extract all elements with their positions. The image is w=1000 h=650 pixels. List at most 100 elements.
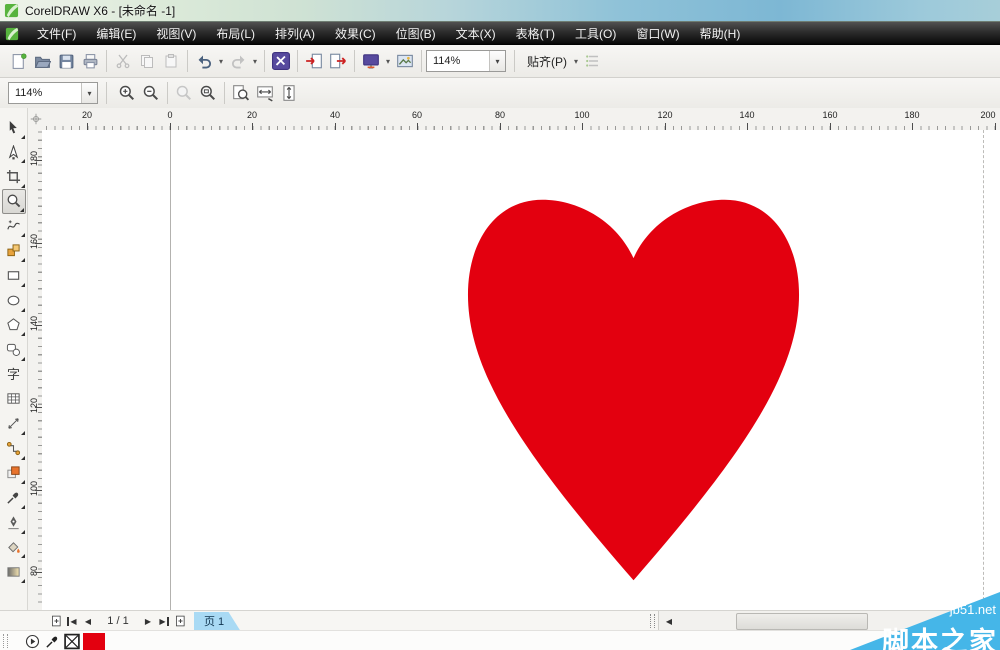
interactive-fill-tool[interactable] xyxy=(2,559,26,584)
vruler-label: 180 xyxy=(29,150,39,166)
last-page-button[interactable]: ▶ xyxy=(156,613,172,629)
ruler-origin-corner[interactable] xyxy=(28,108,44,131)
polygon-tool[interactable] xyxy=(2,313,26,338)
table-tool[interactable] xyxy=(2,387,26,412)
watermark: jb51.net 脚本之家 xyxy=(850,592,1000,650)
page-left-edge xyxy=(170,130,171,610)
new-document-button[interactable] xyxy=(6,49,30,73)
zoom-to-page-height-button[interactable] xyxy=(277,81,301,105)
paste-button[interactable] xyxy=(159,49,183,73)
menu-help[interactable]: 帮助(H) xyxy=(690,22,751,45)
undo-button[interactable] xyxy=(192,49,216,73)
paste-icon xyxy=(165,54,177,68)
hruler-label: 80 xyxy=(494,110,506,120)
snap-to-dropdown[interactable]: ▾ xyxy=(571,57,581,66)
zoom-levels-dropdown[interactable]: ▾ xyxy=(81,83,97,103)
zoom-levels-combobox[interactable]: 114% ▾ xyxy=(8,82,98,104)
pane-splitter-handle[interactable] xyxy=(650,614,655,628)
add-page-icon xyxy=(175,615,185,627)
shape-tool[interactable] xyxy=(2,140,26,165)
menu-effects[interactable]: 效果(C) xyxy=(325,22,386,45)
color-eyedropper-tool[interactable] xyxy=(2,485,26,510)
vruler-label: 80 xyxy=(29,566,39,577)
options-button[interactable] xyxy=(581,49,605,73)
application-launcher-dropdown[interactable]: ▾ xyxy=(383,57,393,66)
window-title: CorelDRAW X6 - [未命名 -1] xyxy=(25,4,176,18)
hruler-label: 60 xyxy=(411,110,423,120)
page-tab[interactable]: 页 1 xyxy=(194,612,240,631)
color-eyedropper-status-button[interactable] xyxy=(42,632,62,650)
no-outline-indicator[interactable] xyxy=(62,632,82,650)
statusbar-grip[interactable] xyxy=(3,634,8,648)
play-macro-button[interactable] xyxy=(22,632,42,650)
freehand-tool[interactable] xyxy=(2,214,26,239)
fill-color-swatch[interactable] xyxy=(82,632,106,650)
first-page-button[interactable]: ◀ xyxy=(64,613,80,629)
zoom-tool[interactable] xyxy=(1,189,26,214)
application-launcher-button[interactable] xyxy=(359,49,383,73)
menu-text[interactable]: 文本(X) xyxy=(446,22,506,45)
zoom-out-button[interactable] xyxy=(139,81,163,105)
zoom-in-button[interactable] xyxy=(115,81,139,105)
interactive-fill-tool-icon xyxy=(7,567,20,577)
zoom-to-page-button[interactable] xyxy=(229,81,253,105)
menu-edit[interactable]: 编辑(E) xyxy=(86,22,146,45)
outline-pen-tool[interactable] xyxy=(2,510,26,535)
crop-tool[interactable] xyxy=(2,164,26,189)
pick-tool[interactable] xyxy=(2,115,26,140)
add-page-after-button[interactable] xyxy=(172,613,188,629)
zoom-level-dropdown[interactable]: ▾ xyxy=(489,51,505,71)
horizontal-ruler[interactable]: 20 0 20 40 60 80 100 120 140 160 180 200 xyxy=(44,108,1000,131)
undo-dropdown[interactable]: ▾ xyxy=(216,57,226,66)
scroll-left-arrow[interactable]: ◀ xyxy=(661,613,677,629)
hruler-label: 180 xyxy=(904,110,920,120)
menu-arrange[interactable]: 排列(A) xyxy=(265,22,325,45)
scrollbar-thumb[interactable] xyxy=(736,613,868,630)
menu-table[interactable]: 表格(T) xyxy=(506,22,565,45)
redo-dropdown[interactable]: ▾ xyxy=(250,57,260,66)
print-button[interactable] xyxy=(78,49,102,73)
hruler-label: 140 xyxy=(739,110,755,120)
menu-view[interactable]: 视图(V) xyxy=(146,22,206,45)
smart-fill-tool[interactable] xyxy=(2,238,26,263)
parallel-dimension-tool[interactable] xyxy=(2,411,26,436)
canvas[interactable] xyxy=(42,130,1000,610)
blend-tool[interactable] xyxy=(2,461,26,486)
copy-button[interactable] xyxy=(135,49,159,73)
copy-icon xyxy=(141,55,153,68)
basic-shapes-tool[interactable] xyxy=(2,337,26,362)
zoom-to-page-width-button[interactable] xyxy=(253,81,277,105)
add-page-before-button[interactable] xyxy=(48,613,64,629)
menu-layout[interactable]: 布局(L) xyxy=(206,22,265,45)
search-content-icon xyxy=(272,52,290,70)
zoom-level-value: 114% xyxy=(433,55,461,67)
export-button[interactable] xyxy=(326,49,350,73)
ellipse-tool[interactable] xyxy=(2,288,26,313)
next-page-button[interactable]: ▶ xyxy=(140,613,156,629)
previous-page-button[interactable]: ◀ xyxy=(80,613,96,629)
zoom-in-icon xyxy=(119,85,135,101)
snap-to-button[interactable]: 贴齐(P) xyxy=(523,50,571,72)
search-content-button[interactable] xyxy=(269,49,293,73)
heart-shape[interactable] xyxy=(465,195,802,585)
no-fill-icon xyxy=(64,633,80,649)
welcome-screen-button[interactable] xyxy=(393,49,417,73)
open-button[interactable] xyxy=(30,49,54,73)
cut-button[interactable] xyxy=(111,49,135,73)
zoom-level-combobox[interactable]: 114% ▾ xyxy=(426,50,506,72)
zoom-to-all-button[interactable] xyxy=(196,81,220,105)
redo-button[interactable] xyxy=(226,49,250,73)
straight-line-connector-tool[interactable] xyxy=(2,436,26,461)
text-tool[interactable]: 字 xyxy=(2,362,26,387)
menu-window[interactable]: 窗口(W) xyxy=(626,22,689,45)
vertical-ruler[interactable]: 180 160 140 120 100 80 xyxy=(28,130,43,610)
import-button[interactable] xyxy=(302,49,326,73)
zoom-to-selected-button[interactable] xyxy=(172,81,196,105)
ruler-origin-icon xyxy=(30,113,42,125)
menu-file[interactable]: 文件(F) xyxy=(27,22,86,45)
save-button[interactable] xyxy=(54,49,78,73)
menu-tools[interactable]: 工具(O) xyxy=(565,22,626,45)
rectangle-tool[interactable] xyxy=(2,263,26,288)
fill-tool[interactable] xyxy=(2,535,26,560)
menu-bitmaps[interactable]: 位图(B) xyxy=(386,22,446,45)
